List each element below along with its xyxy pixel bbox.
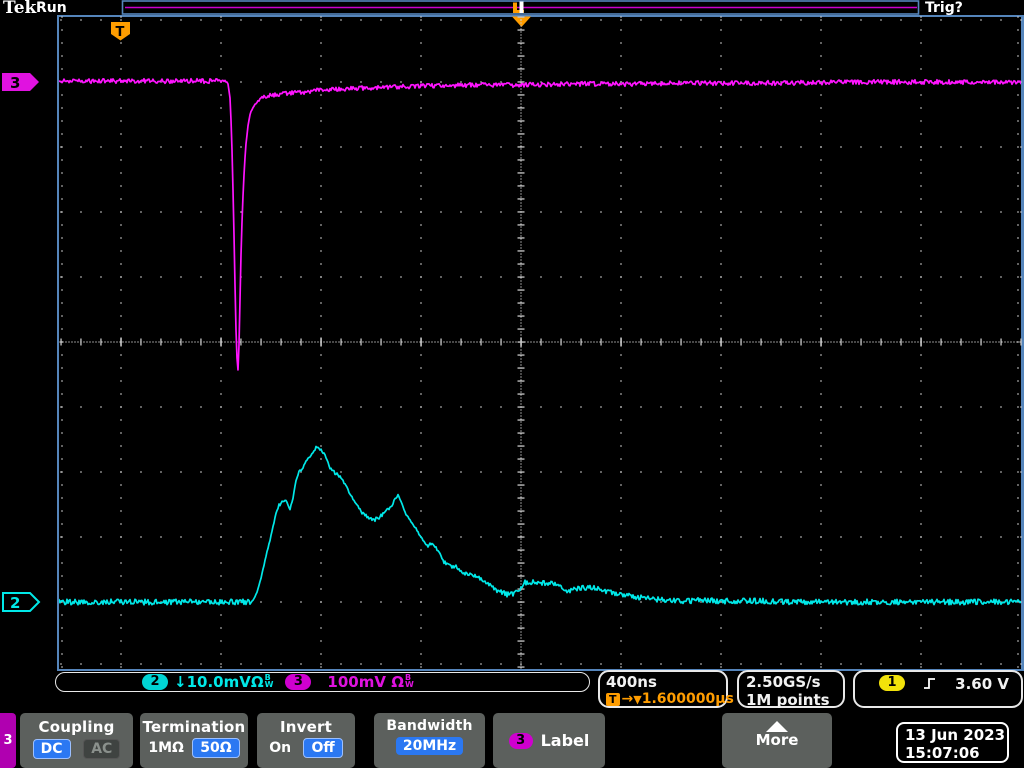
waveform-display: T 3 2 [2,0,1024,671]
rising-edge-icon [924,678,936,689]
bandwidth-title: Bandwidth [386,718,473,734]
sample-rate: 2.50GS/s [746,673,821,691]
ch2-scale-readout: ↓10.0mVΩ [174,673,264,691]
invert-button[interactable]: Invert On Off [257,713,355,768]
coupling-ac-option[interactable]: AC [83,739,121,759]
label-button[interactable]: 3 Label [493,713,605,768]
channel-2-trace [59,445,1021,606]
timebase-value: 400ns [606,673,657,691]
bandwidth-value-option[interactable]: 20MHz [395,737,464,755]
trigger-level-value: 3.60 V [955,675,1009,693]
trigger-status: Trig? [925,0,963,16]
ch2-marker-label: 2 [10,594,20,612]
time-text: 15:07:06 [905,744,980,762]
date-text: 13 Jun 2023 [905,726,1006,744]
ch3-position-marker[interactable]: 3 [2,73,39,92]
trigger-t-label: T [116,25,125,40]
oscilloscope-screen: T 3 2 Tek Run Trig? 2 ↓10.0mVΩ BW 3 100m… [0,0,1024,768]
channel-3-trace [59,77,1021,371]
datetime-display: 13 Jun 2023 15:07:06 [896,722,1009,763]
invert-on-option[interactable]: On [269,738,291,758]
horizontal-readout[interactable]: 400ns T →▼1.600000µs [598,670,734,708]
menu-channel-tab: 3 [0,713,16,768]
invert-title: Invert [280,718,332,736]
record-length: 1M points [746,691,830,709]
acquisition-readout[interactable]: 2.50GS/s 1M points [737,670,845,709]
ch2-position-marker[interactable]: 2 [2,592,41,612]
termination-title: Termination [142,718,246,736]
coupling-dc-option[interactable]: DC [32,739,71,759]
ch3-bandwidth-limit-icon: BW [404,673,414,689]
graticule-grid [59,16,1022,669]
trigger-source-badge: 1 [879,675,905,691]
invert-off-option[interactable]: Off [303,738,343,758]
ch3-badge[interactable]: 3 [285,674,312,690]
trigger-readout[interactable]: 1 3.60 V [853,670,1023,708]
delay-marker-icon: ▼ [633,693,642,706]
menu-bar: 3 Coupling DC AC Termination 1MΩ 50Ω Inv… [0,712,1024,768]
ch2-bandwidth-limit-icon: BW [264,673,274,689]
trigger-delay-readout: T →▼1.600000µs [606,691,734,707]
coupling-title: Coupling [38,718,115,736]
trigger-t-badge[interactable]: T [111,22,130,41]
ch3-scale-readout: 100mV Ω [327,673,404,691]
more-title: More [755,731,799,749]
label-title: Label [540,731,590,750]
ch3-marker-label: 3 [10,74,20,92]
tek-logo: Tek [3,0,37,18]
acquisition-status: Run [36,0,67,16]
termination-button[interactable]: Termination 1MΩ 50Ω [140,713,248,768]
channel-readout-bar: 2 ↓10.0mVΩ BW 3 100mV Ω BW [55,672,590,692]
more-button[interactable]: More [722,713,832,768]
coupling-button[interactable]: Coupling DC AC [20,713,133,768]
bandwidth-button[interactable]: Bandwidth 20MHz [374,713,485,768]
label-channel-badge: 3 [508,732,533,749]
termination-1m-option[interactable]: 1MΩ [148,738,184,758]
ch2-badge[interactable]: 2 [142,674,168,690]
delay-t-icon: T [606,693,620,706]
termination-50-option[interactable]: 50Ω [192,738,240,758]
